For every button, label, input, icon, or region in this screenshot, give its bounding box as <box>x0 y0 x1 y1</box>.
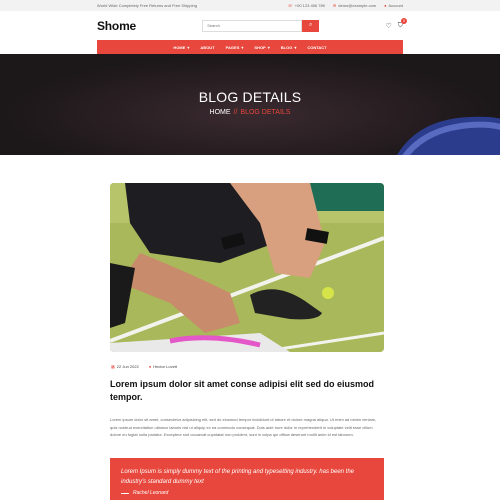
search-input[interactable] <box>202 19 303 32</box>
account-text: Account <box>388 3 403 8</box>
post-author-text: Hector Lovett <box>153 364 178 369</box>
mail-icon: ✉ <box>332 3 337 8</box>
search-button[interactable]: ⌕ <box>302 19 320 32</box>
nav-item-pages[interactable]: PAGES ▾ <box>226 45 244 50</box>
nav-label: HOME <box>173 44 186 50</box>
phone-link[interactable]: ☏ +00 123 456 789 <box>288 3 325 8</box>
chevron-down-icon: ▾ <box>187 44 190 50</box>
nav-label: CONTACT <box>307 44 327 50</box>
phone-text: +00 123 456 789 <box>294 3 325 8</box>
page-title: BLOG DETAILS <box>198 89 302 105</box>
account-link[interactable]: ● Account <box>384 3 403 8</box>
phone-icon: ☏ <box>287 3 293 8</box>
site-header: Shome ⌕ ♡ ⛉0 <box>0 11 500 40</box>
cart-count-badge: 0 <box>400 17 407 24</box>
post-body: Lorem ipsum dolor sit amet, consectetur … <box>110 417 377 437</box>
nav-label: PAGES <box>225 44 240 50</box>
post-date-text: 22 Jun 2022 <box>116 364 139 369</box>
cart-button[interactable]: ⛉ 0 <box>398 17 407 30</box>
nav-item-blog[interactable]: BLOG ▾ <box>281 45 297 50</box>
post-featured-image <box>110 183 384 352</box>
quote-author-name: Rachel Leonard <box>133 490 169 496</box>
site-logo[interactable]: Shome <box>97 19 136 33</box>
nav-label: BLOG <box>280 44 293 50</box>
nav-item-about[interactable]: ABOUT <box>200 45 214 50</box>
nav-label: ABOUT <box>200 44 215 50</box>
breadcrumb-home[interactable]: HOME <box>210 109 231 116</box>
main-nav: HOME ▾ ABOUT PAGES ▾ SHOP ▾ BLOG ▾ CONTACT <box>97 40 403 54</box>
top-bar: World Wide Completely Free Returns and F… <box>0 0 500 11</box>
nav-label: SHOP <box>254 44 266 50</box>
sneaker-image <box>397 116 500 155</box>
search-bar: ⌕ <box>202 19 320 32</box>
page-hero-banner: BLOG DETAILS HOME//BLOG DETAILS <box>0 54 500 155</box>
calendar-icon: ▦ <box>111 364 115 369</box>
quote-dash <box>121 492 129 494</box>
breadcrumb-separator: // <box>233 109 238 116</box>
post-meta: ▦ 22 Jun 2022 ● Hector Lovett <box>111 364 177 369</box>
header-icons: ♡ ⛉ 0 <box>385 17 407 30</box>
user-icon: ● <box>148 364 152 369</box>
quote-author: Rachel Leonard <box>121 490 373 496</box>
search-icon: ⌕ <box>309 22 313 28</box>
post-blockquote: Lorem Ipsum is simply dummy text of the … <box>110 458 384 500</box>
wishlist-icon[interactable]: ♡ <box>385 22 391 30</box>
nav-item-home[interactable]: HOME ▾ <box>173 45 189 50</box>
email-link[interactable]: ✉ demo@example.com <box>333 3 376 8</box>
post-author[interactable]: ● Hector Lovett <box>149 364 177 369</box>
chevron-down-icon: ▾ <box>294 44 297 50</box>
tennis-player-image <box>110 183 384 352</box>
user-icon: ● <box>384 3 387 8</box>
post-date: ▦ 22 Jun 2022 <box>111 364 139 369</box>
breadcrumb-current: BLOG DETAILS <box>240 109 291 116</box>
quote-text: Lorem Ipsum is simply dummy text of the … <box>121 469 355 485</box>
post-title: Lorem ipsum dolor sit amet conse adipisi… <box>110 379 375 402</box>
nav-item-contact[interactable]: CONTACT <box>307 45 326 50</box>
promo-text: World Wide Completely Free Returns and F… <box>97 3 197 8</box>
chevron-down-icon: ▾ <box>267 44 270 50</box>
nav-item-shop[interactable]: SHOP ▾ <box>254 45 269 50</box>
topbar-contacts: ☏ +00 123 456 789 ✉ demo@example.com ● Acco… <box>288 3 403 8</box>
email-text: demo@example.com <box>338 3 377 8</box>
chevron-down-icon: ▾ <box>241 44 244 50</box>
